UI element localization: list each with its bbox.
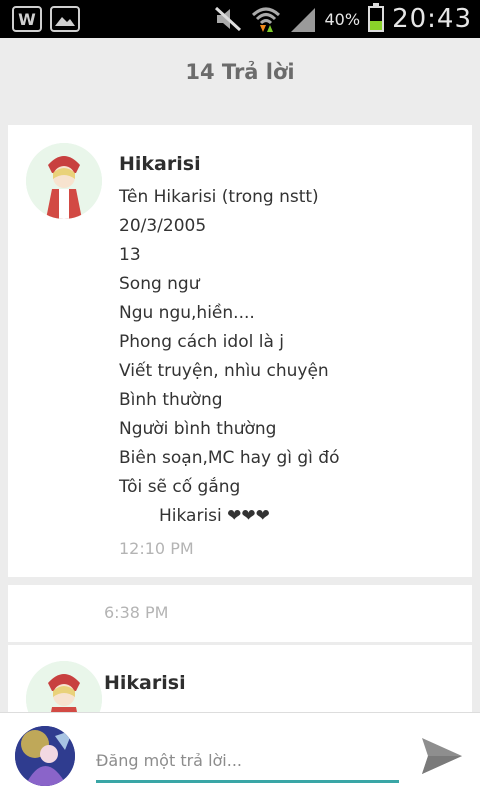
reply-input[interactable] <box>96 741 399 783</box>
gallery-icon <box>50 6 80 32</box>
comment-author[interactable]: Hikarisi <box>119 153 201 175</box>
status-bar: W 40% 20:43 <box>0 0 480 38</box>
comment-line: Ngu ngu,hiền.... <box>119 303 255 323</box>
comment-timestamp: 6:38 PM <box>104 603 169 622</box>
comment-body: Tên Hikarisi (trong nstt) 20/3/2005 13 S… <box>119 183 340 531</box>
comment-line: Phong cách idol là j <box>119 332 284 352</box>
reply-bar <box>0 712 480 800</box>
signal-icon <box>290 8 315 32</box>
battery-percent: 40% <box>324 9 361 29</box>
comment-card: Hikarisi Tên Hikarisi (trong nstt) 20/3/… <box>8 125 472 577</box>
mute-icon <box>214 6 241 32</box>
comment-card: 6:38 PM <box>8 585 472 642</box>
comment-signature: Hikarisi ❤❤❤ <box>159 506 270 526</box>
avatar[interactable] <box>26 143 102 219</box>
wifi-icon <box>251 7 280 32</box>
page-title: 14 Trả lời <box>185 60 295 84</box>
comment-timestamp: 12:10 PM <box>119 539 194 558</box>
comment-line: Biên soạn,MC hay gì gì đó <box>119 448 340 468</box>
comment-line: Viết truyện, nhìu chuyện <box>119 361 329 381</box>
comment-card: Hikarisi <box>8 645 472 715</box>
app-w-icon: W <box>12 6 42 32</box>
comment-line: 13 <box>119 245 141 265</box>
battery-icon <box>368 3 385 32</box>
comment-line: Bình thường <box>119 390 223 410</box>
my-avatar[interactable] <box>15 726 75 786</box>
comment-line: Tôi sẽ cố gắng <box>119 477 241 497</box>
clock: 20:43 <box>392 4 472 34</box>
comment-line: Song ngư <box>119 274 200 294</box>
comment-author[interactable]: Hikarisi <box>104 672 186 694</box>
avatar[interactable] <box>26 661 102 715</box>
send-button[interactable] <box>418 735 466 779</box>
comment-line: 20/3/2005 <box>119 216 207 236</box>
comment-line: Tên Hikarisi (trong nstt) <box>119 187 319 207</box>
comment-line: Người bình thường <box>119 419 277 439</box>
send-icon <box>422 737 462 774</box>
